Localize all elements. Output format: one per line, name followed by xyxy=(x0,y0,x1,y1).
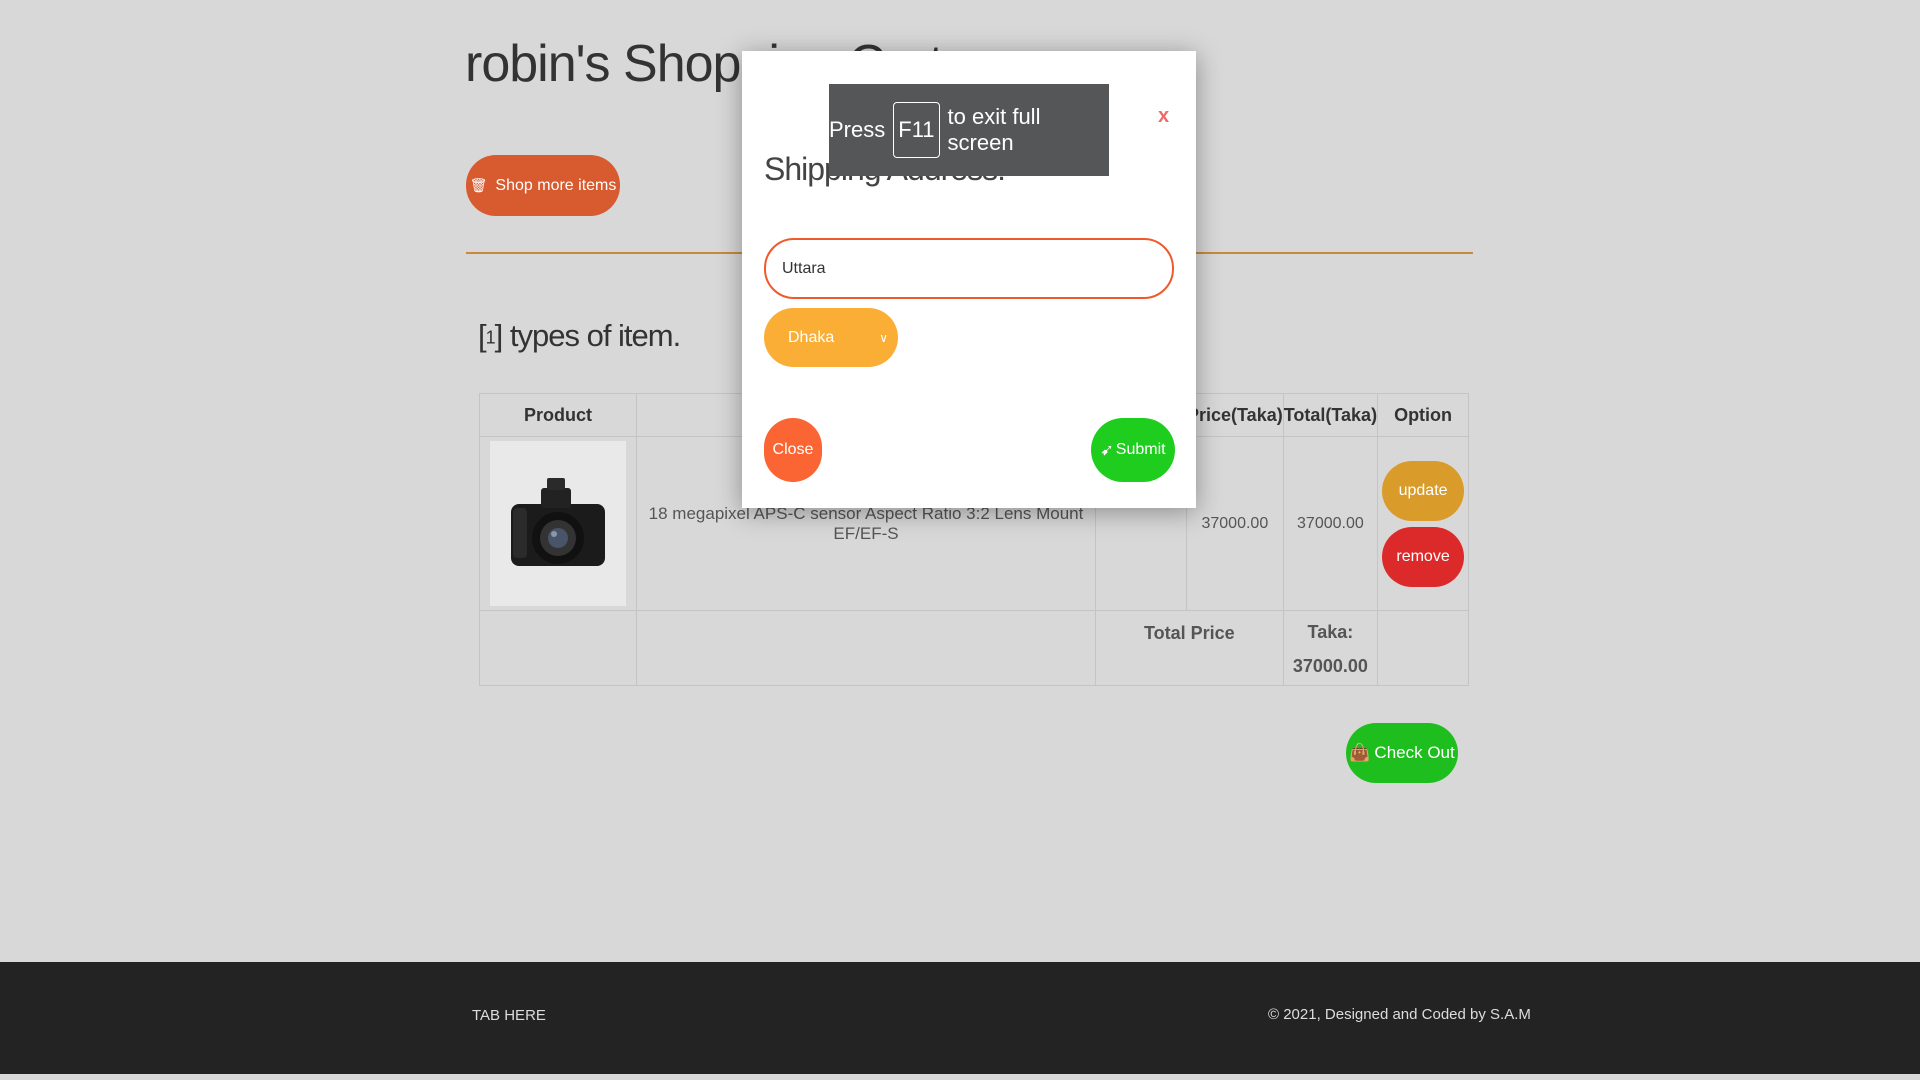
total-row: Total Price Taka: 37000.00 xyxy=(479,610,1470,686)
header-product: Product xyxy=(479,393,637,437)
shop-more-button[interactable]: 🗑 Shop more items xyxy=(466,155,620,216)
footer-tab-link[interactable]: TAB HERE xyxy=(472,1007,546,1024)
submit-button[interactable]: ➹ Submit xyxy=(1091,418,1175,482)
empty-cell xyxy=(479,610,637,686)
submit-label: Submit xyxy=(1115,441,1166,458)
shop-more-label: Shop more items xyxy=(495,176,617,194)
remove-button[interactable]: remove xyxy=(1382,526,1465,587)
footer: TAB HERE © 2021, Designed and Coded by S… xyxy=(0,962,1920,1074)
chevron-down-icon: ∨ xyxy=(879,330,888,345)
footer-copyright: © 2021, Designed and Coded by S.A.M xyxy=(1268,1006,1531,1023)
toast-key: F11 xyxy=(893,102,940,158)
cart-page: robin's Shopping Cart 🗑 Shop more items … xyxy=(0,0,1920,1080)
empty-cell xyxy=(636,610,1096,686)
toast-press: Press xyxy=(829,117,886,142)
total-price-value: Taka: 37000.00 xyxy=(1282,610,1379,686)
close-button[interactable]: Close xyxy=(764,418,822,482)
close-icon[interactable]: x xyxy=(1158,105,1169,128)
checkout-button[interactable]: 👜 Check Out xyxy=(1346,723,1458,783)
camera-image xyxy=(490,441,626,606)
header-price: Price(Taka) xyxy=(1186,393,1284,437)
bag-icon: 👜 xyxy=(1349,743,1371,762)
option-cell: update remove xyxy=(1377,436,1470,611)
city-select[interactable]: Dhaka ∨ xyxy=(764,308,898,367)
send-icon: ➹ xyxy=(1100,442,1114,459)
header-total: Total(Taka) xyxy=(1282,393,1379,437)
toast-rest: to exit full screen xyxy=(947,104,1041,155)
fullscreen-toast: Press F11 to exit full screen xyxy=(829,84,1109,176)
empty-cell xyxy=(1377,610,1470,686)
city-selected-value: Dhaka xyxy=(788,328,835,346)
basket-icon: 🗑 xyxy=(469,177,488,193)
camera-icon xyxy=(511,477,605,566)
update-button[interactable]: update xyxy=(1382,460,1465,521)
item-types-count: [1] types of item. xyxy=(478,318,681,353)
product-cell xyxy=(479,436,637,611)
header-option: Option xyxy=(1377,393,1470,437)
total-price-label: Total Price xyxy=(1095,610,1284,686)
price-cell: 37000.00 xyxy=(1186,436,1284,611)
address-input[interactable] xyxy=(764,238,1174,299)
checkout-label: Check Out xyxy=(1374,743,1455,762)
total-cell: 37000.00 xyxy=(1282,436,1379,611)
